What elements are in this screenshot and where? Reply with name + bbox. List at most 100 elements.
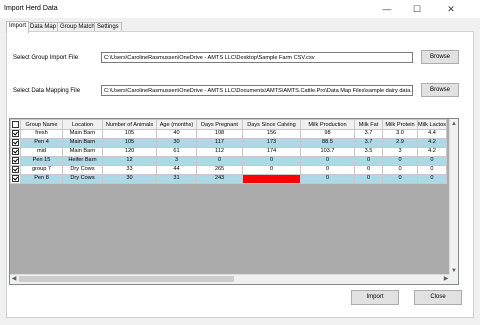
cell[interactable]: 4.2 xyxy=(417,146,447,157)
maximize-button[interactable]: ☐ xyxy=(404,0,430,18)
select-all-checkbox[interactable] xyxy=(10,119,21,130)
scroll-up-icon[interactable]: ▲ xyxy=(450,120,458,128)
minimize-button[interactable]: — xyxy=(374,0,400,18)
cell[interactable]: 3 xyxy=(156,155,197,166)
cell[interactable]: 4.2 xyxy=(417,137,447,148)
horizontal-scrollbar[interactable]: ◀ ▶ xyxy=(10,274,450,284)
cell[interactable]: 88.5 xyxy=(300,137,355,148)
cell[interactable]: 174 xyxy=(242,146,301,157)
column-header[interactable]: Group Name xyxy=(20,119,63,130)
table-row[interactable]: fresh Main Barn 105 40 108 156 98 3.7 3.… xyxy=(10,129,447,139)
row-checkbox[interactable] xyxy=(10,173,21,184)
scroll-left-icon[interactable]: ◀ xyxy=(10,275,18,283)
cell[interactable]: 103.7 xyxy=(300,146,355,157)
column-header[interactable]: Days Since Calving xyxy=(242,119,301,130)
cell[interactable]: 3.7 xyxy=(354,137,383,148)
table-row[interactable]: Pen 15 Heifer Barn 12 3 0 0 0 0 0 0 xyxy=(10,155,447,166)
cell[interactable]: 33 xyxy=(102,164,157,175)
cell[interactable]: 0 xyxy=(417,164,447,175)
cell[interactable]: 61 xyxy=(156,146,197,157)
column-header[interactable]: Days Pregnant xyxy=(196,119,243,130)
cell[interactable]: group 7 xyxy=(20,164,63,175)
row-checkbox[interactable] xyxy=(10,155,21,166)
cell[interactable]: 0 xyxy=(242,155,301,166)
cell[interactable]: 112 xyxy=(196,146,243,157)
cell[interactable]: Dry Cows xyxy=(62,164,103,175)
close-window-button[interactable]: ✕ xyxy=(438,0,464,18)
cell[interactable]: 30 xyxy=(156,137,197,148)
cell[interactable]: mid xyxy=(20,146,63,157)
cell[interactable]: 243 xyxy=(196,173,243,184)
cell[interactable]: 2.9 xyxy=(382,137,418,148)
cell[interactable]: 265 xyxy=(196,164,243,175)
cell[interactable]: 3 xyxy=(382,146,418,157)
cell[interactable]: 3.0 xyxy=(382,129,418,139)
cell[interactable]: 0 xyxy=(417,173,447,184)
row-checkbox[interactable] xyxy=(10,129,21,139)
cell[interactable]: Pen 4 xyxy=(20,137,63,148)
cell[interactable]: 0 xyxy=(354,173,383,184)
column-header[interactable]: Age (months) xyxy=(156,119,197,130)
column-header[interactable]: Location xyxy=(62,119,103,130)
cell[interactable]: 0 xyxy=(300,155,355,166)
mapping-file-browse-button[interactable]: Browse xyxy=(421,83,459,97)
cell[interactable]: 0 xyxy=(417,155,447,166)
group-file-browse-button[interactable]: Browse xyxy=(421,50,459,64)
cell[interactable]: 0 xyxy=(300,164,355,175)
cell[interactable]: 105 xyxy=(102,129,157,139)
invalid-cell[interactable]: -961 xyxy=(242,173,301,184)
cell[interactable]: 44 xyxy=(156,164,197,175)
row-checkbox[interactable] xyxy=(10,137,21,148)
mapping-file-path-field[interactable]: C:\Users\CarolineRasmussen\OneDrive - AM… xyxy=(101,85,413,96)
scroll-down-icon[interactable]: ▼ xyxy=(450,267,458,275)
table-row[interactable]: Pen 8 Dry Cows 30 31 243 -961 0 0 0 0 xyxy=(10,173,447,184)
cell[interactable]: 98 xyxy=(300,129,355,139)
import-button[interactable]: Import xyxy=(351,290,399,305)
cell[interactable]: 0 xyxy=(300,173,355,184)
cell[interactable]: 0 xyxy=(196,155,243,166)
column-header[interactable]: Milk Protein xyxy=(382,119,418,130)
row-checkbox[interactable] xyxy=(10,164,21,175)
cell[interactable]: fresh xyxy=(20,129,63,139)
table-row[interactable]: group 7 Dry Cows 33 44 265 0 0 0 0 0 xyxy=(10,164,447,175)
group-file-path-field[interactable]: C:\Users\CarolineRasmussen\OneDrive - AM… xyxy=(101,52,413,63)
cell[interactable]: Pen 15 xyxy=(20,155,63,166)
cell[interactable]: 3.5 xyxy=(354,146,383,157)
cell[interactable]: Pen 8 xyxy=(20,173,63,184)
cell[interactable]: 0 xyxy=(354,155,383,166)
cell[interactable]: 30 xyxy=(102,173,157,184)
cell[interactable]: Heifer Barn xyxy=(62,155,103,166)
column-header[interactable]: Number of Animals xyxy=(102,119,157,130)
horizontal-scroll-thumb[interactable] xyxy=(19,276,234,282)
cell[interactable]: 31 xyxy=(156,173,197,184)
cell[interactable]: Main Barn xyxy=(62,146,103,157)
cell[interactable]: 3.7 xyxy=(354,129,383,139)
cell[interactable]: 40 xyxy=(156,129,197,139)
cell[interactable]: 108 xyxy=(196,129,243,139)
scroll-right-icon[interactable]: ▶ xyxy=(442,275,450,283)
row-checkbox[interactable] xyxy=(10,146,21,157)
cell[interactable]: Main Barn xyxy=(62,129,103,139)
column-header[interactable]: Milk Production xyxy=(300,119,355,130)
column-header[interactable]: Milk Lactos xyxy=(417,119,447,130)
cell[interactable]: 117 xyxy=(196,137,243,148)
cell[interactable]: 4.4 xyxy=(417,129,447,139)
close-button[interactable]: Close xyxy=(414,290,462,305)
cell[interactable]: 0 xyxy=(242,164,301,175)
table-row[interactable]: mid Main Barn 120 61 112 174 103.7 3.5 3… xyxy=(10,146,447,157)
cell[interactable]: 0 xyxy=(354,164,383,175)
cell[interactable]: 156 xyxy=(242,129,301,139)
vertical-scrollbar[interactable]: ▲ ▼ xyxy=(449,119,458,276)
cell[interactable]: 0 xyxy=(382,173,418,184)
cell[interactable]: 120 xyxy=(102,146,157,157)
cell[interactable]: 173 xyxy=(242,137,301,148)
table-row[interactable]: Pen 4 Main Barn 105 30 117 173 88.5 3.7 … xyxy=(10,137,447,148)
cell[interactable]: Main Barn xyxy=(62,137,103,148)
cell[interactable]: 0 xyxy=(382,164,418,175)
tab-import[interactable]: Import xyxy=(6,21,30,33)
cell[interactable]: 105 xyxy=(102,137,157,148)
cell[interactable]: 0 xyxy=(382,155,418,166)
cell[interactable]: 12 xyxy=(102,155,157,166)
column-header[interactable]: Milk Fat xyxy=(354,119,383,130)
cell[interactable]: Dry Cows xyxy=(62,173,103,184)
